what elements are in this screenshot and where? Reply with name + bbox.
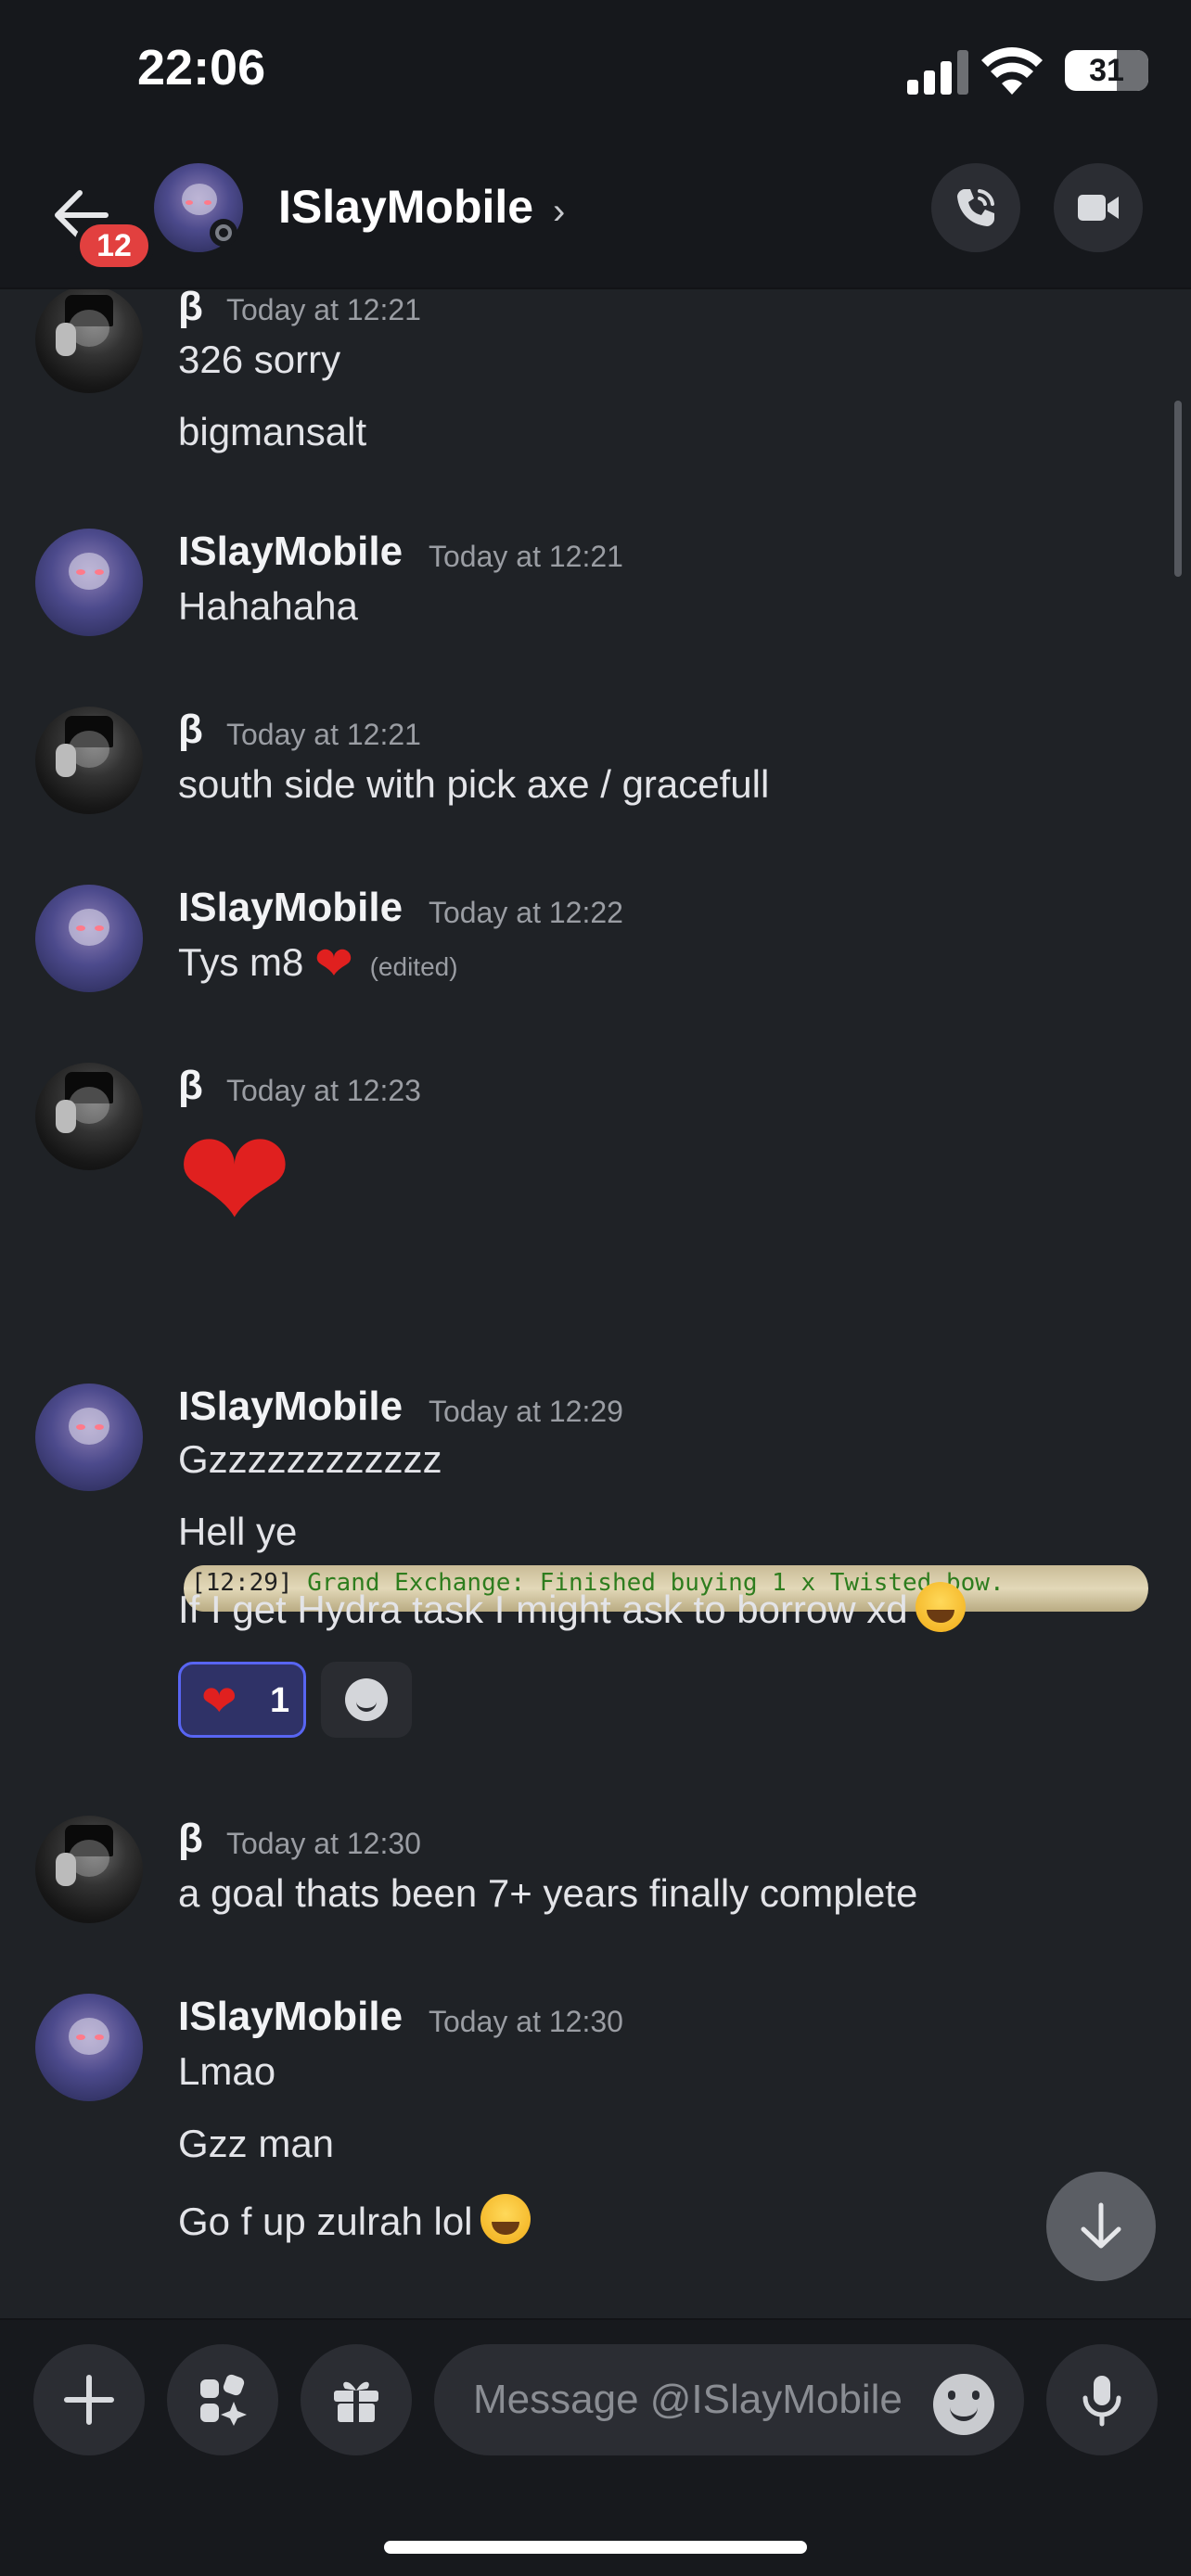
message-timestamp: Today at 12:22 <box>429 896 623 929</box>
heart-reaction-button[interactable]: ❤ 1 <box>178 1662 306 1738</box>
add-reaction-icon <box>345 1678 388 1721</box>
big-heart-emoji[interactable]: ❤ <box>176 1111 293 1250</box>
video-call-button[interactable] <box>1054 163 1143 252</box>
dm-screen: 22:06 31 12 ISlayMobile › β Today at 12:… <box>0 0 1191 2576</box>
message-author[interactable]: β <box>178 289 203 330</box>
message-author[interactable]: β <box>178 707 203 753</box>
message-text[interactable]: a goal thats been 7+ years finally compl… <box>178 1871 917 1916</box>
status-bar: 22:06 31 <box>0 0 1191 139</box>
page-title[interactable]: ISlayMobile <box>278 180 533 234</box>
voice-call-button[interactable] <box>931 163 1020 252</box>
red-heart-emoji: ❤ <box>314 937 353 989</box>
unread-badge: 12 <box>74 219 154 273</box>
reaction-emoji: ❤ <box>201 1677 237 1725</box>
avatar[interactable] <box>35 707 143 814</box>
cellular-signal-icon <box>907 50 970 95</box>
voice-message-button[interactable] <box>1046 2344 1158 2455</box>
add-reaction-button[interactable] <box>321 1662 412 1738</box>
message-text-content: If I get Hydra task I might ask to borro… <box>178 1588 908 1631</box>
message-timestamp: Today at 12:21 <box>429 540 623 573</box>
avatar[interactable] <box>35 1994 143 2101</box>
message-text[interactable]: south side with pick axe / gracefull <box>178 762 769 807</box>
arrow-down-icon <box>1081 2202 1121 2249</box>
message-author[interactable]: β <box>178 1816 203 1862</box>
message-composer <box>0 2318 1191 2576</box>
message-text[interactable]: Gzzzzzzzzzzzz <box>178 1437 442 1482</box>
dm-header: 12 ISlayMobile › <box>0 139 1191 289</box>
message-text[interactable]: If I get Hydra task I might ask to borro… <box>178 1582 966 1632</box>
video-camera-icon <box>1078 195 1119 221</box>
scrollbar[interactable] <box>1174 401 1182 577</box>
message-text[interactable]: Lmao <box>178 2049 275 2094</box>
message-text[interactable]: bigmansalt <box>178 410 366 454</box>
gift-button[interactable] <box>301 2344 412 2455</box>
message-text[interactable]: Hell ye <box>178 1510 297 1554</box>
chevron-right-icon[interactable]: › <box>553 191 565 233</box>
battery-level: 31 <box>1089 53 1124 88</box>
avatar[interactable] <box>35 1384 143 1491</box>
message-text[interactable]: 326 sorry <box>178 338 340 382</box>
message-text-content: Go f up zulrah lol <box>178 2200 473 2243</box>
apps-button[interactable] <box>167 2344 278 2455</box>
offline-status-icon <box>210 219 237 247</box>
tears-of-joy-emoji <box>480 2194 531 2244</box>
message-author[interactable]: ISlayMobile <box>178 529 403 575</box>
gift-icon <box>334 2381 378 2422</box>
grinning-squinting-emoji <box>915 1582 966 1632</box>
message-text[interactable]: Gzz man <box>178 2122 334 2166</box>
message-text[interactable]: Tys m8 ❤ (edited) <box>178 937 458 990</box>
battery-icon: 31 <box>1065 50 1148 91</box>
avatar[interactable] <box>35 529 143 636</box>
message-author[interactable]: ISlayMobile <box>178 1994 403 2040</box>
plus-icon <box>64 2375 114 2425</box>
message-timestamp: Today at 12:30 <box>429 2005 623 2038</box>
jump-to-present-button[interactable] <box>1046 2172 1156 2281</box>
message-text[interactable]: Hahahaha <box>178 584 358 629</box>
emoji-icon[interactable] <box>933 2374 994 2435</box>
microphone-icon <box>1082 2376 1121 2427</box>
message-text-content: Tys m8 <box>178 940 304 984</box>
message-text[interactable]: Go f up zulrah lol <box>178 2194 531 2244</box>
apps-icon <box>200 2374 247 2426</box>
status-time: 22:06 <box>137 40 266 96</box>
message-timestamp: Today at 12:29 <box>429 1395 623 1428</box>
message-timestamp: Today at 12:21 <box>226 293 421 326</box>
message-list[interactable]: β Today at 12:21 326 sorry bigmansalt IS… <box>0 289 1191 2318</box>
message-author[interactable]: ISlayMobile <box>178 1384 403 1430</box>
add-attachment-button[interactable] <box>33 2344 145 2455</box>
message-timestamp: Today at 12:30 <box>226 1827 421 1860</box>
avatar[interactable] <box>35 885 143 992</box>
message-timestamp: Today at 12:21 <box>226 718 421 751</box>
edited-label: (edited) <box>369 952 458 981</box>
home-indicator[interactable] <box>384 2541 807 2554</box>
wifi-icon <box>981 47 1043 95</box>
avatar[interactable] <box>35 1063 143 1170</box>
phone-call-icon <box>957 189 994 226</box>
avatar[interactable] <box>35 1816 143 1923</box>
message-author[interactable]: ISlayMobile <box>178 885 403 931</box>
avatar[interactable] <box>35 289 143 393</box>
reaction-count: 1 <box>270 1681 290 1720</box>
